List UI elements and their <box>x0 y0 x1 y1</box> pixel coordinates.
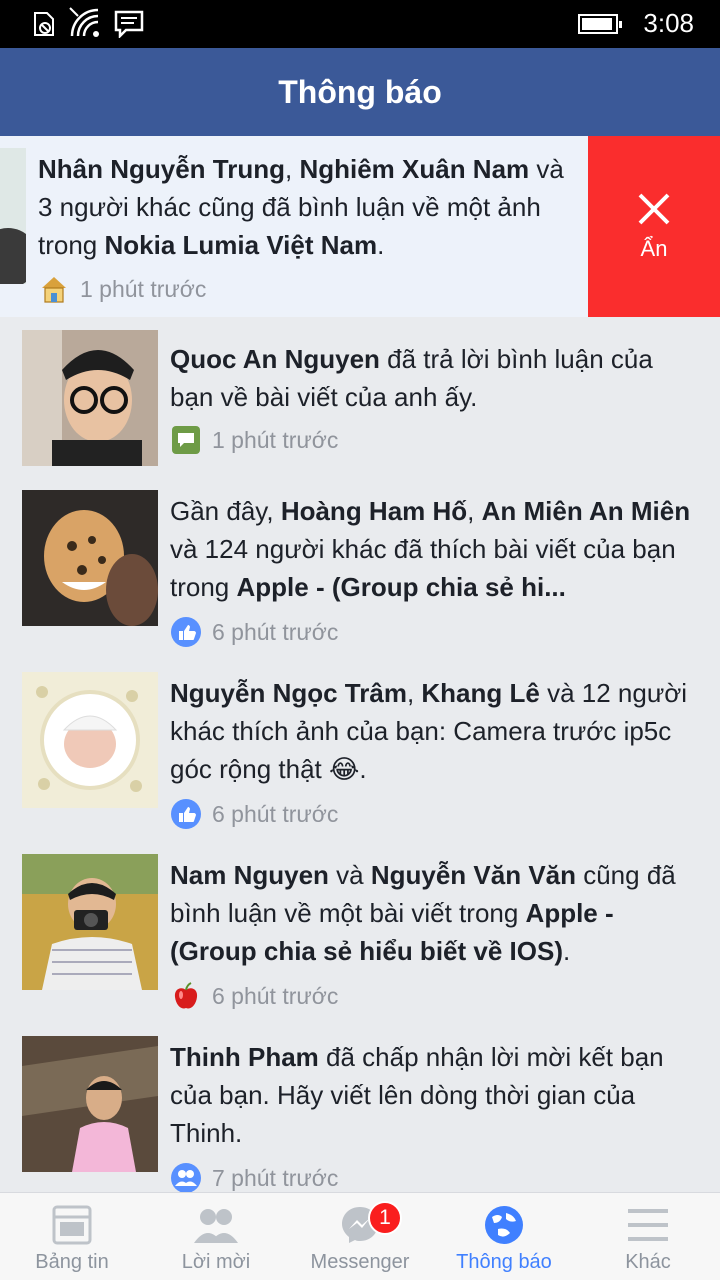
notification-item[interactable]: Nhân Nguyễn Trung, Nghiêm Xuân Nam và 3 … <box>0 136 720 317</box>
hide-button[interactable]: Ẩn <box>588 136 720 317</box>
notification-badge: 1 <box>368 1201 402 1235</box>
notification-text: Quoc An Nguyen đã trả lời bình luận của … <box>170 340 696 416</box>
avatar <box>22 330 158 466</box>
wifi-icon <box>69 7 99 37</box>
notification-time: 6 phút trước <box>212 800 339 827</box>
clock: 3:08 <box>643 8 694 38</box>
notification-meta: 6 phút trước <box>170 796 338 832</box>
bold-text[interactable]: Thinh Pham <box>170 1042 319 1072</box>
avatar <box>22 672 158 808</box>
message-icon <box>114 10 144 38</box>
bottom-nav: Bảng tin Lời mời 1 Messenger Thông báo K… <box>0 1192 720 1280</box>
notification-meta: 7 phút trước <box>170 1160 338 1192</box>
notification-time: 1 phút trước <box>80 275 207 302</box>
notification-list[interactable]: Nhân Nguyễn Trung, Nghiêm Xuân Nam và 3 … <box>0 136 720 1192</box>
house-icon <box>38 273 70 305</box>
body-text: . <box>377 230 385 260</box>
bold-text[interactable]: Apple - (Group chia sẻ hi... <box>237 572 566 602</box>
nav-label: Thông báo <box>456 1251 552 1273</box>
bold-text[interactable]: Quoc An Nguyen <box>170 344 380 374</box>
notification-time: 1 phút trước <box>212 426 339 453</box>
menu-icon <box>628 1209 668 1241</box>
app-header: Thông báo <box>0 48 720 136</box>
nav-label: Khác <box>625 1251 671 1273</box>
notification-meta: 1 phút trước <box>170 422 338 458</box>
nav-more[interactable]: Khác <box>576 1193 720 1280</box>
nav-label: Lời mời <box>181 1251 251 1273</box>
body-text: Gần đây, <box>170 496 281 526</box>
nav-label: Messenger <box>310 1251 410 1273</box>
close-icon <box>638 193 670 224</box>
notification-text: Nam Nguyen và Nguyễn Văn Văn cũng đã bìn… <box>170 856 696 970</box>
notification-item[interactable]: Thinh Pham đã chấp nhận lời mời kết bạn … <box>0 1024 720 1192</box>
notification-time: 7 phút trước <box>212 1164 339 1191</box>
notification-text: Gần đây, Hoàng Ham Hố, An Miên An Miên v… <box>170 492 696 606</box>
avatar <box>22 490 158 626</box>
notification-meta: 6 phút trước <box>170 614 338 650</box>
avatar <box>22 854 158 990</box>
body-text: , <box>406 678 422 708</box>
nav-notifications[interactable]: Thông báo <box>432 1193 576 1280</box>
nav-messenger[interactable]: 1 Messenger <box>288 1193 432 1280</box>
no-sim-icon <box>34 12 54 36</box>
apple-icon <box>170 980 202 1012</box>
bold-text[interactable]: Khang Lê <box>421 678 539 708</box>
avatar <box>22 1036 158 1172</box>
battery-icon <box>578 14 622 34</box>
bold-text[interactable]: An Miên An Miên <box>482 496 690 526</box>
body-text: và <box>328 860 371 890</box>
bold-text[interactable]: Nguyễn Văn Văn <box>371 860 576 890</box>
notification-text: Nhân Nguyễn Trung, Nghiêm Xuân Nam và 3 … <box>38 150 580 264</box>
page-title: Thông báo <box>278 73 442 110</box>
notification-item[interactable]: Quoc An Nguyen đã trả lời bình luận của … <box>0 318 720 478</box>
notification-time: 6 phút trước <box>212 982 339 1009</box>
body-text: . <box>562 936 571 966</box>
news-feed-icon <box>52 1205 92 1245</box>
friend-requests-icon <box>194 1209 238 1243</box>
notification-meta: 1 phút trước <box>38 271 206 307</box>
notification-item[interactable]: Nam Nguyen và Nguyễn Văn Văn cũng đã bìn… <box>0 842 720 1024</box>
avatar <box>0 148 26 284</box>
globe-icon <box>485 1206 523 1244</box>
notification-text: Thinh Pham đã chấp nhận lời mời kết bạn … <box>170 1038 696 1152</box>
like-icon <box>170 798 202 830</box>
notification-text: Nguyễn Ngọc Trâm, Khang Lê và 12 người k… <box>170 674 696 788</box>
bold-text[interactable]: Nghiêm Xuân Nam <box>299 154 529 184</box>
bold-text[interactable]: Hoàng Ham Hố <box>281 496 467 526</box>
nav-news-feed[interactable]: Bảng tin <box>0 1193 144 1280</box>
bold-text[interactable]: Nokia Lumia Việt Nam <box>105 230 378 260</box>
bold-text[interactable]: Nguyễn Ngọc Trâm <box>170 678 407 708</box>
like-icon <box>170 616 202 648</box>
nav-friend-requests[interactable]: Lời mời <box>144 1193 288 1280</box>
notification-time: 6 phút trước <box>212 618 339 645</box>
bold-text[interactable]: Nam Nguyen <box>170 860 329 890</box>
body-text: , <box>285 154 300 184</box>
nav-label: Bảng tin <box>35 1251 109 1273</box>
notification-meta: 6 phút trước <box>170 978 338 1014</box>
body-text: , <box>467 496 482 526</box>
notification-item[interactable]: Nguyễn Ngọc Trâm, Khang Lê và 12 người k… <box>0 660 720 842</box>
friends-icon <box>170 1162 202 1192</box>
comment-icon <box>170 424 202 456</box>
notification-item[interactable]: Gần đây, Hoàng Ham Hố, An Miên An Miên v… <box>0 478 720 660</box>
hide-label: Ẩn <box>640 235 668 261</box>
bold-text[interactable]: Nhân Nguyễn Trung <box>38 154 285 184</box>
status-bar: 3:08 <box>0 0 720 48</box>
